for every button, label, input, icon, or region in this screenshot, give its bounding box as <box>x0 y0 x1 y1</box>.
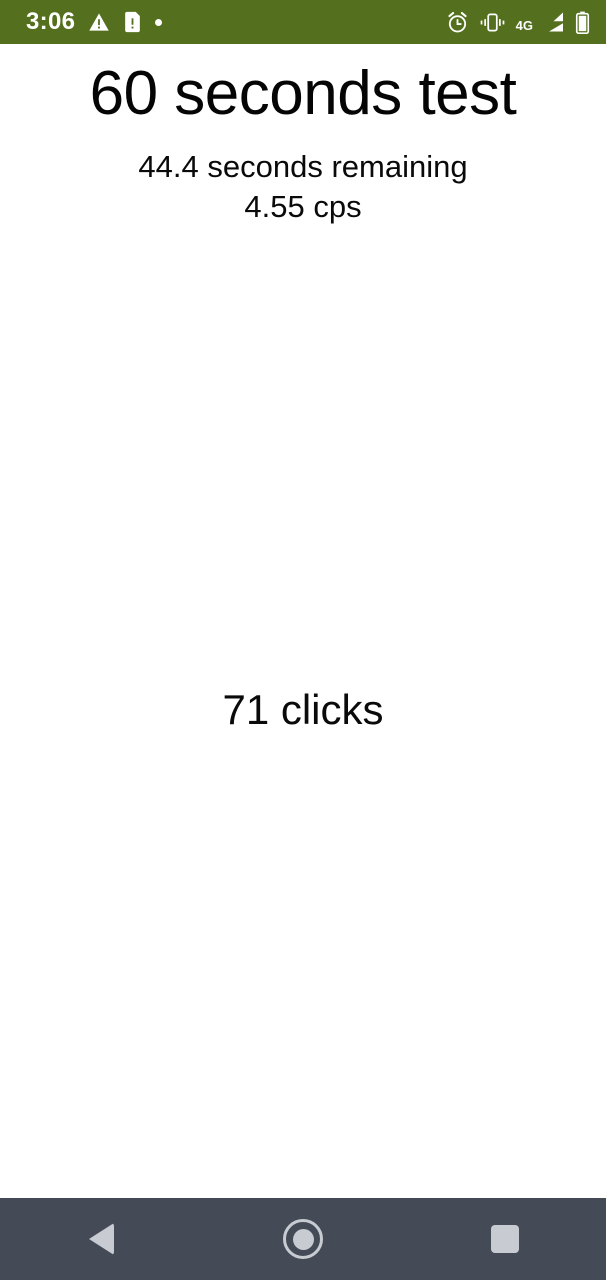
status-bar-left-group: 3:06 <box>26 8 163 35</box>
home-circle-icon <box>283 1219 323 1259</box>
android-navigation-bar <box>0 1198 606 1280</box>
clicks-per-second-text: 4.55 cps <box>244 189 362 224</box>
status-bar: 3:06 4G <box>0 0 606 44</box>
status-bar-clock: 3:06 <box>26 8 76 35</box>
vibrate-mode-icon <box>479 12 506 33</box>
signal-bars-icon <box>539 11 565 33</box>
time-remaining-text: 44.4 seconds remaining <box>138 149 468 184</box>
recents-square-icon <box>491 1225 519 1253</box>
page-title: 60 seconds test <box>89 59 517 128</box>
back-button[interactable] <box>0 1198 202 1280</box>
recents-button[interactable] <box>404 1198 606 1280</box>
home-button[interactable] <box>202 1198 404 1280</box>
back-triangle-icon <box>88 1223 114 1255</box>
network-type-label: 4G <box>515 17 533 33</box>
test-status-block: 44.4 seconds remaining 4.55 cps <box>0 147 606 227</box>
notification-dot-icon <box>155 18 163 26</box>
alarm-clock-icon <box>446 11 469 34</box>
sim-card-alert-icon <box>123 11 142 33</box>
status-bar-right-group: 4G <box>446 11 590 34</box>
warning-triangle-icon <box>88 11 110 33</box>
app-content-area[interactable]: 60 seconds test 44.4 seconds remaining 4… <box>0 44 606 1198</box>
click-count-text: 71 clicks <box>222 686 384 733</box>
battery-icon <box>575 11 590 34</box>
home-inner-dot-icon <box>292 1228 314 1250</box>
